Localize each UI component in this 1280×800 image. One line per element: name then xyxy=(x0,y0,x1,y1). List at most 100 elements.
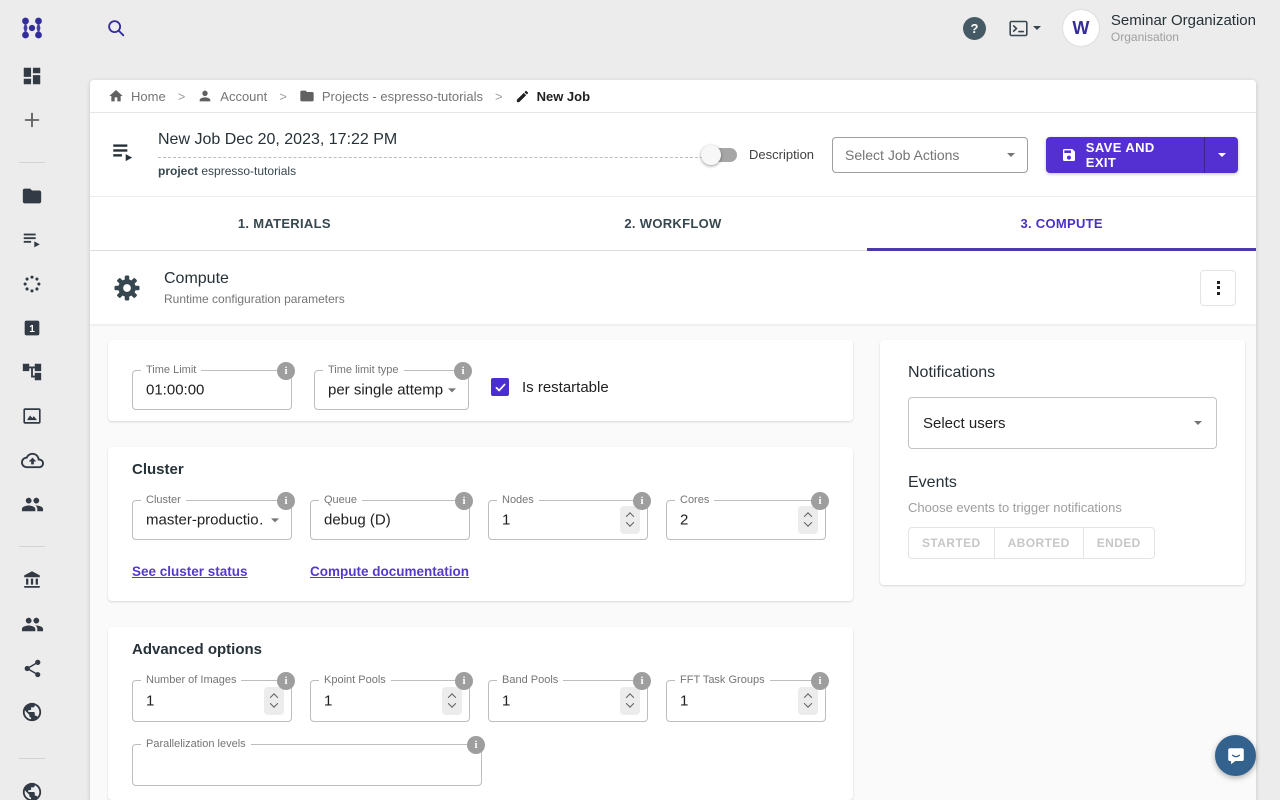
queue-field[interactable]: Queue debug (D) xyxy=(310,500,470,540)
sidebar-divider xyxy=(19,758,45,759)
select-users-dropdown[interactable]: Select users xyxy=(908,397,1217,449)
parallelization-levels-field[interactable]: Parallelization levels xyxy=(132,744,482,786)
folder-icon xyxy=(299,88,315,104)
globe-partial-icon[interactable] xyxy=(20,780,44,800)
topbar: W Seminar Organization Organisation xyxy=(0,0,1280,56)
event-options-group: STARTED ABORTED ENDED xyxy=(908,527,1155,559)
description-toggle[interactable] xyxy=(703,148,737,162)
job-project: project espresso-tutorials xyxy=(158,164,703,178)
kpoint-pools-stepper[interactable]: Kpoint Pools 1 xyxy=(310,680,470,722)
workflows-icon[interactable] xyxy=(20,360,44,384)
cloud-upload-icon[interactable] xyxy=(20,448,44,472)
time-limit-type-select[interactable]: Time limit type per single attempt xyxy=(314,370,469,410)
tab-compute[interactable]: 3. COMPUTE xyxy=(867,197,1256,250)
chevron-down-icon xyxy=(1033,26,1041,30)
breadcrumb-projects[interactable]: Projects - espresso-tutorials xyxy=(299,88,483,104)
cores-stepper[interactable]: Cores 2 xyxy=(666,500,826,540)
info-icon[interactable] xyxy=(633,492,651,510)
org-name: Seminar Organization xyxy=(1111,11,1256,30)
organization-bank-icon[interactable] xyxy=(20,568,44,592)
save-and-exit-button[interactable]: SAVE AND EXIT xyxy=(1046,137,1238,173)
number-spinner[interactable] xyxy=(798,687,818,715)
breadcrumb-separator: > xyxy=(493,89,505,104)
pencil-icon xyxy=(515,89,530,104)
chat-widget-button[interactable] xyxy=(1215,735,1256,776)
advanced-options-panel: Advanced options Number of Images 1 Kpoi… xyxy=(108,627,853,800)
save-dropdown-button[interactable] xyxy=(1204,137,1238,173)
description-toggle-label: Description xyxy=(749,147,814,162)
chevron-down-icon xyxy=(448,388,456,392)
bank-one-icon[interactable]: 1 xyxy=(20,316,44,340)
kebab-icon xyxy=(1217,281,1220,284)
number-spinner[interactable] xyxy=(264,687,284,715)
breadcrumb-new-job[interactable]: New Job xyxy=(515,89,590,104)
info-icon[interactable] xyxy=(277,672,295,690)
sidebar-divider xyxy=(19,546,45,547)
info-icon[interactable] xyxy=(277,362,295,380)
info-icon[interactable] xyxy=(811,672,829,690)
events-heading: Events xyxy=(908,474,1217,492)
search-icon[interactable] xyxy=(100,12,132,44)
notifications-panel: Notifications Select users Events Choose… xyxy=(880,340,1245,585)
checkbox-checked-icon xyxy=(491,378,509,396)
info-icon[interactable] xyxy=(277,492,295,510)
events-hint: Choose events to trigger notifications xyxy=(908,500,1217,515)
help-icon[interactable] xyxy=(963,17,986,40)
topbar-right: W Seminar Organization Organisation xyxy=(963,10,1280,46)
home-icon xyxy=(108,88,124,104)
job-actions-select[interactable]: Select Job Actions xyxy=(832,137,1028,173)
info-icon[interactable] xyxy=(811,492,829,510)
cluster-select[interactable]: Cluster master-productio… xyxy=(132,500,292,540)
nodes-stepper[interactable]: Nodes 1 xyxy=(488,500,648,540)
time-limit-field[interactable]: Time Limit 01:00:00 xyxy=(132,370,292,410)
results-image-icon[interactable] xyxy=(20,404,44,428)
number-spinner[interactable] xyxy=(620,506,640,534)
info-icon[interactable] xyxy=(633,672,651,690)
people-icon[interactable] xyxy=(20,612,44,636)
number-spinner[interactable] xyxy=(442,687,462,715)
breadcrumb-home[interactable]: Home xyxy=(108,88,166,104)
tab-workflow[interactable]: 2. WORKFLOW xyxy=(479,197,868,250)
sidebar-divider xyxy=(19,162,45,163)
tab-materials[interactable]: 1. MATERIALS xyxy=(90,197,479,250)
svg-text:1: 1 xyxy=(29,324,35,335)
event-aborted-button[interactable]: ABORTED xyxy=(994,528,1083,558)
cluster-heading: Cluster xyxy=(132,461,829,478)
step-tabs: 1. MATERIALS 2. WORKFLOW 3. COMPUTE xyxy=(90,197,1256,251)
projects-folder-icon[interactable] xyxy=(20,184,44,208)
job-title-input[interactable]: New Job Dec 20, 2023, 17:22 PM xyxy=(158,131,703,158)
number-of-images-stepper[interactable]: Number of Images 1 xyxy=(132,680,292,722)
jobs-icon[interactable] xyxy=(20,228,44,252)
console-menu-button[interactable] xyxy=(1008,18,1041,39)
fft-task-groups-stepper[interactable]: FFT Task Groups 1 xyxy=(666,680,826,722)
event-ended-button[interactable]: ENDED xyxy=(1083,528,1154,558)
main-card: Home > Account > Projects - espresso-tut… xyxy=(90,80,1256,800)
section-menu-button[interactable] xyxy=(1200,270,1236,306)
dashboard-icon[interactable] xyxy=(20,64,44,88)
account-menu[interactable]: W Seminar Organization Organisation xyxy=(1063,10,1256,46)
sidebar: 1 xyxy=(0,56,64,800)
compute-section-header: Compute Runtime configuration parameters xyxy=(90,251,1256,324)
band-pools-stepper[interactable]: Band Pools 1 xyxy=(488,680,648,722)
info-icon[interactable] xyxy=(455,492,473,510)
notifications-heading: Notifications xyxy=(908,364,1217,382)
info-icon[interactable] xyxy=(455,672,473,690)
add-icon[interactable] xyxy=(20,108,44,132)
chevron-down-icon xyxy=(1007,153,1015,157)
description-toggle-group: Description xyxy=(703,147,814,162)
materials-icon[interactable] xyxy=(20,272,44,296)
info-icon[interactable] xyxy=(454,362,472,380)
event-started-button[interactable]: STARTED xyxy=(909,528,994,558)
compute-docs-link[interactable]: Compute documentation xyxy=(310,564,469,579)
breadcrumb-account[interactable]: Account xyxy=(197,88,267,104)
share-icon[interactable] xyxy=(20,656,44,680)
compute-content: Time Limit 01:00:00 Time limit type per … xyxy=(90,324,1256,800)
is-restartable-checkbox[interactable]: Is restartable xyxy=(491,378,609,396)
number-spinner[interactable] xyxy=(798,506,818,534)
cluster-status-link[interactable]: See cluster status xyxy=(132,564,310,579)
number-spinner[interactable] xyxy=(620,687,640,715)
app-logo-icon[interactable] xyxy=(0,14,64,42)
team-icon[interactable] xyxy=(20,492,44,516)
info-icon[interactable] xyxy=(467,736,485,754)
globe-icon[interactable] xyxy=(20,700,44,724)
